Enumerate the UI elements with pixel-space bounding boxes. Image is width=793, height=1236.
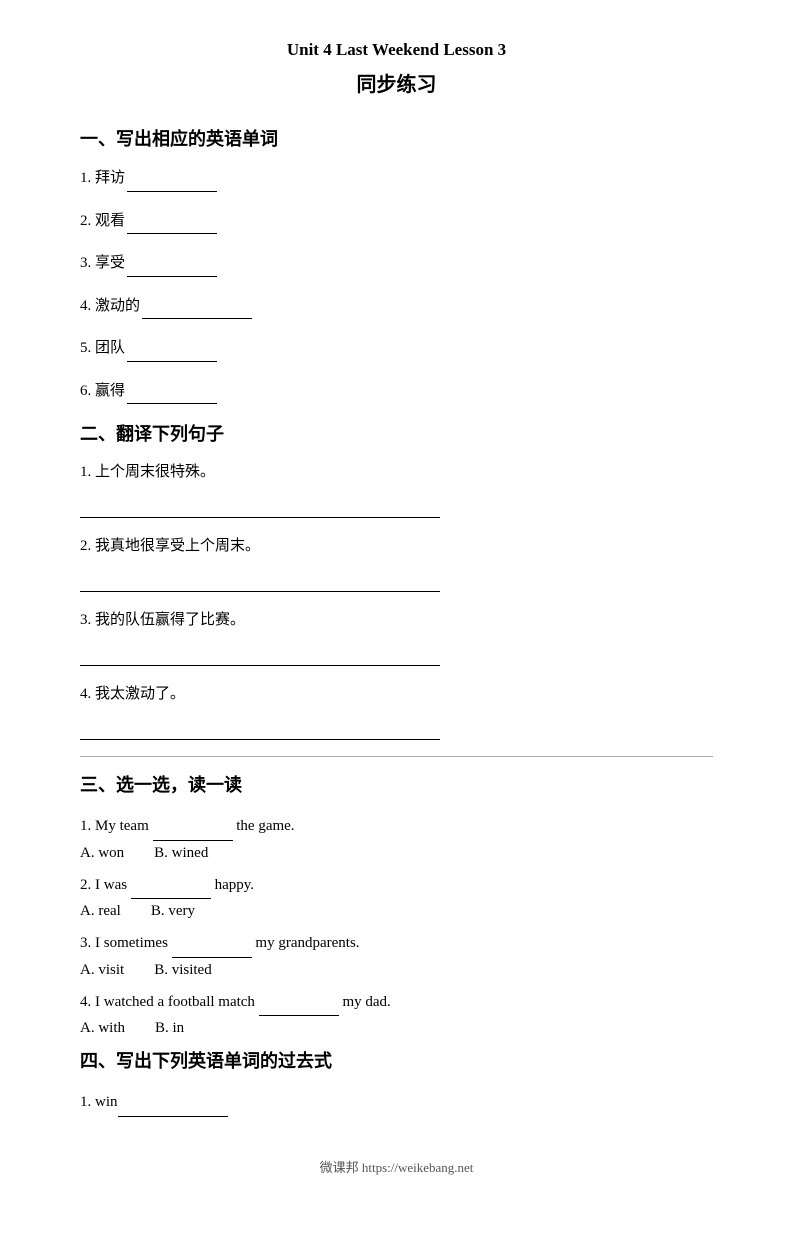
section4-title: 四、写出下列英语单词的过去式 <box>80 1047 713 1073</box>
page-title-cn: 同步练习 <box>80 68 713 97</box>
item-text: 1. 上个周末很特殊。 <box>80 464 215 480</box>
item-blank[interactable] <box>142 293 252 320</box>
section3-options: A. visit B. visited <box>80 962 713 979</box>
option-item[interactable]: A. won <box>80 845 124 861</box>
translation-blank[interactable] <box>80 492 440 519</box>
item-num: 5. 团队 <box>80 340 125 356</box>
section1-item: 1. 拜访 <box>80 165 713 192</box>
section1-item: 2. 观看 <box>80 208 713 235</box>
translation-blank[interactable] <box>80 714 440 741</box>
fill-blank[interactable] <box>172 928 252 958</box>
section-divider <box>80 756 713 757</box>
section1-title: 一、写出相应的英语单词 <box>80 125 713 151</box>
section1-item: 3. 享受 <box>80 250 713 277</box>
item-num: 1. win <box>80 1094 118 1110</box>
option-item[interactable]: B. in <box>155 1020 184 1036</box>
section2-items: 1. 上个周末很特殊。 2. 我真地很享受上个周末。 3. 我的队伍赢得了比赛。… <box>80 460 713 740</box>
section3-question-text: 3. I sometimes my grandparents. <box>80 928 713 958</box>
section2-title: 二、翻译下列句子 <box>80 420 713 446</box>
item-blank[interactable] <box>127 378 217 405</box>
section3-options: A. with B. in <box>80 1020 713 1037</box>
section3-question: 4. I watched a football match my dad. A. … <box>80 987 713 1038</box>
item-blank[interactable] <box>127 250 217 277</box>
fill-blank[interactable] <box>259 987 339 1017</box>
page-title-en: Unit 4 Last Weekend Lesson 3 <box>80 40 713 60</box>
item-num: 3. 享受 <box>80 255 125 271</box>
option-item[interactable]: A. visit <box>80 962 124 978</box>
section3-options: A. won B. wined <box>80 845 713 862</box>
section3-question: 2. I was happy. A. real B. very <box>80 870 713 921</box>
item-text: 4. 我太激动了。 <box>80 686 185 702</box>
item-num: 6. 赢得 <box>80 383 125 399</box>
option-item[interactable]: A. real <box>80 903 121 919</box>
section1-items: 1. 拜访 2. 观看 3. 享受 4. 激动的 5. 团队 6. 赢得 <box>80 165 713 404</box>
section3-title: 三、选一选，读一读 <box>80 771 713 797</box>
section3-question-text: 1. My team the game. <box>80 811 713 841</box>
option-item[interactable]: B. wined <box>154 845 208 861</box>
section2-item: 4. 我太激动了。 <box>80 682 713 740</box>
fill-blank[interactable] <box>131 870 211 900</box>
item-num: 1. 拜访 <box>80 170 125 186</box>
section4-items: 1. win <box>80 1087 713 1117</box>
item-blank[interactable] <box>127 335 217 362</box>
item-blank[interactable] <box>118 1087 228 1117</box>
option-item[interactable]: B. visited <box>154 962 212 978</box>
section2-item: 1. 上个周末很特殊。 <box>80 460 713 518</box>
option-item[interactable]: B. very <box>151 903 195 919</box>
item-blank[interactable] <box>127 165 217 192</box>
section3-question: 3. I sometimes my grandparents. A. visit B… <box>80 928 713 979</box>
section3-question-text: 4. I watched a football match my dad. <box>80 987 713 1017</box>
translation-blank[interactable] <box>80 566 440 593</box>
section3-options: A. real B. very <box>80 903 713 920</box>
item-blank[interactable] <box>127 208 217 235</box>
section1-item: 6. 赢得 <box>80 378 713 405</box>
section4-item: 1. win <box>80 1087 713 1117</box>
section3-question-text: 2. I was happy. <box>80 870 713 900</box>
fill-blank[interactable] <box>153 811 233 841</box>
translation-blank[interactable] <box>80 640 440 667</box>
footer-text: 微课邦 https://weikebang.net <box>80 1157 713 1176</box>
item-text: 2. 我真地很享受上个周末。 <box>80 538 260 554</box>
section2-item: 2. 我真地很享受上个周末。 <box>80 534 713 592</box>
section3-items: 1. My team the game. A. won B. wined 2. I w… <box>80 811 713 1037</box>
section3-question: 1. My team the game. A. won B. wined <box>80 811 713 862</box>
item-num: 2. 观看 <box>80 213 125 229</box>
section1-item: 5. 团队 <box>80 335 713 362</box>
option-item[interactable]: A. with <box>80 1020 125 1036</box>
section1-item: 4. 激动的 <box>80 293 713 320</box>
section2-item: 3. 我的队伍赢得了比赛。 <box>80 608 713 666</box>
item-num: 4. 激动的 <box>80 298 140 314</box>
item-text: 3. 我的队伍赢得了比赛。 <box>80 612 245 628</box>
